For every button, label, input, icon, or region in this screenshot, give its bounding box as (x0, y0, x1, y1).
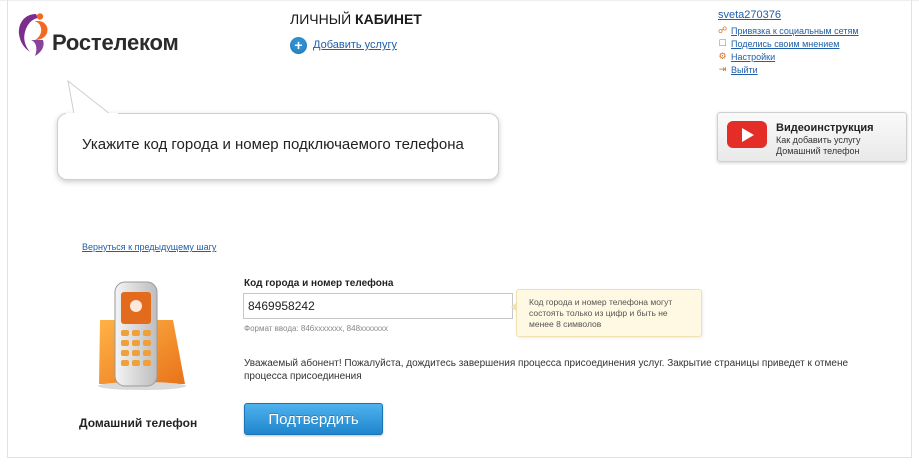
phone-field-label: Код города и номер телефона (244, 278, 394, 289)
instruction-text: Укажите код города и номер подключаемого… (82, 136, 464, 153)
page-title: ЛИЧНЫЙ КАБИНЕТ (290, 11, 422, 27)
logout-icon: ⇥ (718, 64, 727, 74)
menu-item-settings[interactable]: ⚙ Настройки (718, 50, 859, 63)
add-service-control[interactable]: + Добавить услугу (290, 36, 397, 54)
video-subtitle-2: Домашний телефон (776, 146, 860, 156)
menu-item-social[interactable]: ☍ Привязка к социальным сетям (718, 24, 859, 37)
phone-number-input[interactable] (243, 293, 513, 319)
menu-item-logout-label[interactable]: Выйти (731, 65, 758, 75)
youtube-play-icon[interactable] (727, 121, 767, 148)
add-service-link[interactable]: Добавить услугу (313, 39, 397, 51)
video-instruction-box[interactable]: Видеоинструкция Как добавить услугу Дома… (717, 112, 907, 162)
video-title: Видеоинструкция (776, 122, 874, 134)
format-hint: Формат ввода: 846xxxxxxx, 848xxxxxxx (244, 324, 389, 333)
validation-tooltip: Код города и номер телефона могут состоя… (511, 289, 702, 337)
page-title-prefix: ЛИЧНЫЙ (290, 11, 352, 27)
menu-item-feedback-label[interactable]: Поделись своим мнением (731, 39, 839, 49)
menu-item-feedback[interactable]: ☐ Поделись своим мнением (718, 37, 859, 50)
wait-notice: Уважаемый абонент! Пожалуйста, дождитесь… (244, 358, 849, 382)
menu-item-social-label[interactable]: Привязка к социальным сетям (731, 26, 859, 36)
page-title-bold: КАБИНЕТ (355, 11, 422, 27)
username-link[interactable]: sveta270376 (718, 9, 859, 21)
menu-item-settings-label[interactable]: Настройки (731, 52, 775, 62)
settings-icon: ⚙ (718, 51, 727, 61)
menu-item-logout[interactable]: ⇥ Выйти (718, 63, 859, 76)
service-caption: Домашний телефон (79, 416, 198, 430)
brand-name: Ростелеком (52, 30, 179, 55)
video-subtitle-1: Как добавить услугу (776, 135, 861, 145)
confirm-button[interactable]: Подтвердить (244, 403, 383, 435)
link-icon: ☍ (718, 25, 728, 35)
home-phone-icon (98, 281, 186, 390)
comment-icon: ☐ (718, 38, 727, 48)
rostelecom-logo-icon (18, 13, 48, 56)
back-link[interactable]: Вернуться к предыдущему шагу (82, 242, 216, 252)
instruction-bubble: Укажите код города и номер подключаемого… (57, 113, 499, 180)
bubble-tail (66, 80, 118, 116)
rostelecom-logo[interactable]: Ростелеком (16, 12, 206, 58)
plus-circle-icon[interactable]: + (290, 36, 307, 54)
user-menu: sveta270376 ☍ Привязка к социальным сетя… (718, 9, 859, 76)
